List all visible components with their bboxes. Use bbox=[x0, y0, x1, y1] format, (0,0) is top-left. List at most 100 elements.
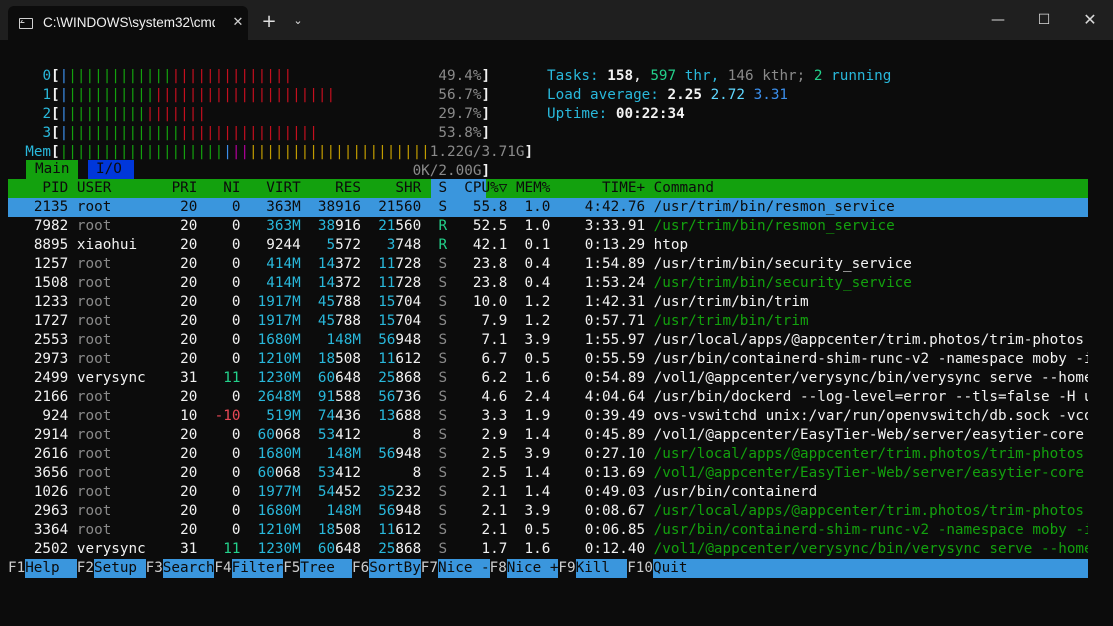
pri-cell: 20 bbox=[171, 218, 206, 234]
ni-cell: 0 bbox=[206, 427, 250, 443]
fkey-f10-label[interactable]: Quit bbox=[653, 559, 1088, 578]
user-cell: root bbox=[76, 389, 172, 405]
cpu-cell: 2.1 bbox=[455, 503, 516, 519]
process-row[interactable]: 2502 verysync 31 11 1230M 60648 25868 S … bbox=[8, 540, 1088, 559]
column-pri[interactable]: PRI bbox=[172, 180, 206, 196]
res-cell-k: 74 bbox=[317, 408, 336, 424]
new-tab-plus-icon[interactable]: + bbox=[259, 12, 279, 32]
command-cell: ovs-vswitchd unix:/var/run/openvswitch/d… bbox=[653, 408, 1088, 424]
virt-cell: 1917M bbox=[257, 313, 301, 329]
process-row[interactable]: 1727 root 20 0 1917M 45788 15704 S 7.9 1… bbox=[8, 312, 1088, 331]
fkey-f3-label[interactable]: Search bbox=[162, 559, 215, 578]
shr-cell-k: 11 bbox=[378, 522, 396, 538]
command-cell: /vol1/@appcenter/EasyTier-Web/server/eas… bbox=[653, 427, 1088, 443]
pid-cell: 2963 bbox=[8, 503, 77, 519]
column-user[interactable]: USER bbox=[77, 180, 172, 196]
ni-cell: 0 bbox=[206, 503, 250, 519]
cpu-cell: 7.9 bbox=[455, 313, 516, 329]
process-row[interactable]: 2914 root 20 0 60068 53412 8 S 2.9 1.4 0… bbox=[8, 426, 1088, 445]
process-row[interactable]: 2963 root 20 0 1680M 148M 56948 S 2.1 3.… bbox=[8, 502, 1088, 521]
process-row[interactable]: 2973 root 20 0 1210M 18508 11612 S 6.7 0… bbox=[8, 350, 1088, 369]
ni-cell: 0 bbox=[206, 389, 250, 405]
fkey-f7[interactable]: F7 bbox=[421, 559, 438, 578]
cpu-percent: 49.4% bbox=[438, 68, 482, 84]
process-row[interactable]: 924 root 10 -10 519M 74436 13688 S 3.3 1… bbox=[8, 407, 1088, 426]
column-mem[interactable]: MEM% bbox=[516, 180, 559, 196]
fkey-f6-label[interactable]: SortBy bbox=[369, 559, 421, 578]
fkey-f3[interactable]: F3 bbox=[146, 559, 163, 578]
fkey-f10[interactable]: F10 bbox=[627, 559, 653, 578]
fkey-f2[interactable]: F2 bbox=[77, 559, 94, 578]
process-row[interactable]: 2553 root 20 0 1680M 148M 56948 S 7.1 3.… bbox=[8, 331, 1088, 350]
process-row[interactable]: 1233 root 20 0 1917M 45788 15704 S 10.0 … bbox=[8, 293, 1088, 312]
shr-cell-k: 25 bbox=[378, 541, 396, 557]
column-s[interactable]: S bbox=[430, 180, 456, 196]
cpu-bar-low: | bbox=[59, 106, 69, 122]
function-key-bar: F1 Help F2 Setup F3 Search F4 Filter F5 Tree F6… bbox=[8, 559, 1088, 578]
column-command[interactable]: Command bbox=[654, 180, 714, 196]
column-virt[interactable]: VIRT bbox=[249, 180, 309, 196]
column-cpu[interactable]: CPU%▽ bbox=[456, 180, 516, 196]
column-res[interactable]: RES bbox=[309, 180, 369, 196]
fkey-f9-label[interactable]: Kill bbox=[575, 559, 628, 578]
shr-cell-k: 56 bbox=[378, 503, 396, 519]
cpu-cell: 52.5 bbox=[455, 218, 516, 234]
process-row[interactable]: 2499 verysync 31 11 1230M 60648 25868 S … bbox=[8, 369, 1088, 388]
process-row[interactable]: 1026 root 20 0 1977M 54452 35232 S 2.1 1… bbox=[8, 483, 1088, 502]
column-time[interactable]: TIME+ bbox=[559, 180, 654, 196]
fkey-f4[interactable]: F4 bbox=[214, 559, 231, 578]
fkey-f6[interactable]: F6 bbox=[352, 559, 369, 578]
process-row[interactable]: 2135 root 20 0 363M 38916 21560 S 55.8 1… bbox=[8, 198, 1088, 217]
shr-cell-k: 56 bbox=[378, 389, 396, 405]
fkey-f7-label[interactable]: Nice - bbox=[438, 559, 490, 578]
tab-dropdown-chevron-icon[interactable]: ⌄ bbox=[290, 13, 306, 29]
column-ni[interactable]: NI bbox=[206, 180, 249, 196]
fkey-f2-label[interactable]: Setup bbox=[94, 559, 146, 578]
fkey-f1-label[interactable]: Help bbox=[25, 559, 77, 578]
pri-cell: 20 bbox=[171, 237, 206, 253]
uptime-line: Uptime: 00:22:34 bbox=[547, 106, 685, 122]
pri-cell: 20 bbox=[171, 389, 206, 405]
fkey-f8-label[interactable]: Nice + bbox=[506, 559, 559, 578]
user-cell: root bbox=[76, 275, 172, 291]
process-row[interactable]: 3364 root 20 0 1210M 18508 11612 S 2.1 0… bbox=[8, 521, 1088, 540]
column-pid[interactable]: PID bbox=[8, 180, 77, 196]
fkey-f4-label[interactable]: Filter bbox=[231, 559, 284, 578]
user-cell: root bbox=[76, 503, 172, 519]
res-cell-k: 53 bbox=[317, 465, 336, 481]
state-cell: S bbox=[429, 541, 456, 557]
cpu-cell: 1.7 bbox=[455, 541, 516, 557]
cpu-percent: 53.8% bbox=[438, 125, 482, 141]
process-row[interactable]: 7982 root 20 0 363M 38916 21560 R 52.5 1… bbox=[8, 217, 1088, 236]
ni-cell: 0 bbox=[206, 256, 250, 272]
pid-cell: 7982 bbox=[8, 218, 77, 234]
fkey-f5[interactable]: F5 bbox=[283, 559, 300, 578]
terminal-tab[interactable]: C:\WINDOWS\system32\cmd.exe ✕ bbox=[8, 6, 248, 40]
process-row[interactable]: 3656 root 20 0 60068 53412 8 S 2.5 1.4 0… bbox=[8, 464, 1088, 483]
mem-cell: 0.1 bbox=[515, 237, 559, 253]
cpu-label: 3 bbox=[42, 125, 52, 141]
tab-close-icon[interactable]: ✕ bbox=[229, 14, 247, 32]
fkey-f9[interactable]: F9 bbox=[558, 559, 575, 578]
process-row[interactable]: 2616 root 20 0 1680M 148M 56948 S 2.5 3.… bbox=[8, 445, 1088, 464]
cpu-meter-0: 0[||||||||||||||||||||||||||| 49.4%] bbox=[42, 68, 491, 84]
process-row[interactable]: 2166 root 20 0 2648M 91588 56736 S 4.6 2… bbox=[8, 388, 1088, 407]
column-shr[interactable]: SHR bbox=[370, 180, 430, 196]
user-cell: verysync bbox=[76, 541, 172, 557]
process-row[interactable]: 1257 root 20 0 414M 14372 11728 S 23.8 0… bbox=[8, 255, 1088, 274]
window-close-icon[interactable]: ✕ bbox=[1078, 8, 1102, 32]
process-row[interactable]: 1508 root 20 0 414M 14372 11728 S 23.8 0… bbox=[8, 274, 1088, 293]
fkey-f5-label[interactable]: Tree bbox=[300, 559, 353, 578]
fkey-f8[interactable]: F8 bbox=[490, 559, 507, 578]
res-cell-k: 45 bbox=[317, 313, 336, 329]
shr-cell-k: 56 bbox=[378, 332, 396, 348]
cpu-label: 1 bbox=[42, 87, 52, 103]
fkey-f1[interactable]: F1 bbox=[8, 559, 25, 578]
maximize-icon[interactable]: ☐ bbox=[1032, 8, 1056, 32]
pri-cell: 20 bbox=[171, 256, 206, 272]
minimize-icon[interactable]: — bbox=[986, 8, 1010, 32]
state-cell: S bbox=[429, 522, 456, 538]
ni-cell: 11 bbox=[206, 370, 250, 386]
process-row[interactable]: 8895 xiaohui 20 0 9244 5572 3748 R 42.1 … bbox=[8, 236, 1088, 255]
state-cell: S bbox=[429, 256, 456, 272]
